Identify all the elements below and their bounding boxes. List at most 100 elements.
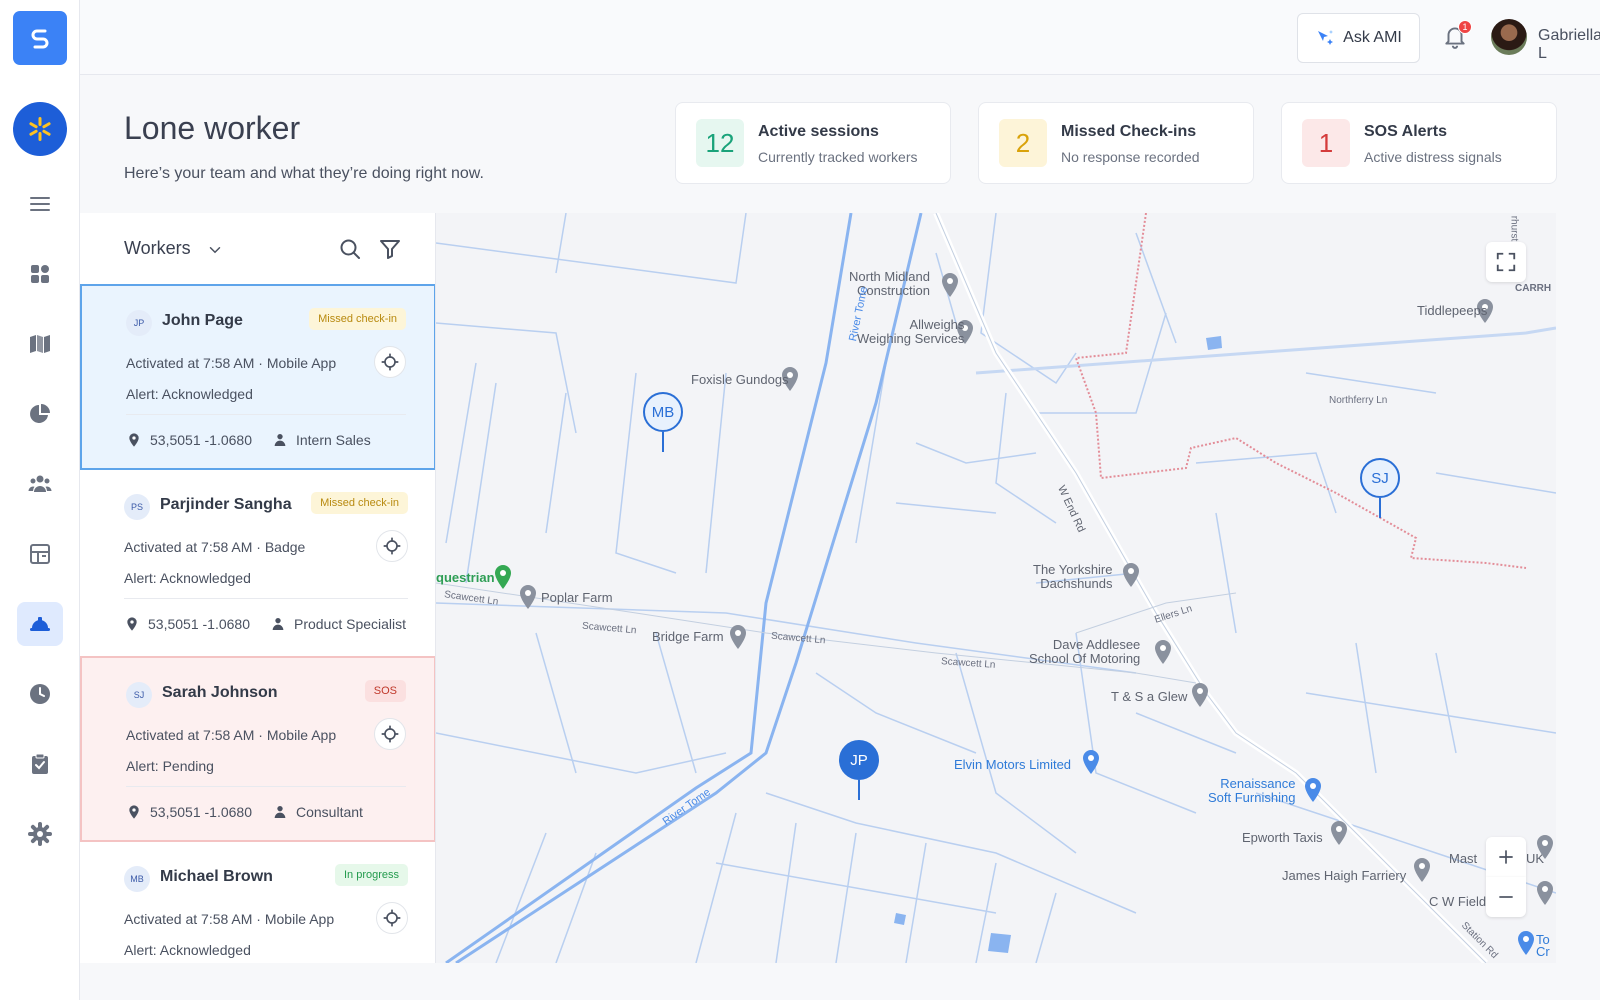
workers-dropdown[interactable]: Workers [124, 238, 191, 259]
filter-icon[interactable] [378, 237, 402, 261]
workers-panel: Workers JP John Page Missed check-in Act… [80, 213, 436, 963]
crosshair-icon [383, 537, 401, 555]
place-marker-icon[interactable] [1082, 750, 1100, 774]
worker-name: Sarah Johnson [162, 684, 278, 701]
status-badge: SOS [364, 680, 406, 702]
clipboard-check-icon[interactable] [17, 742, 63, 786]
notifications-bell[interactable]: 1 [1442, 20, 1472, 53]
worker-initials-avatar: PS [124, 494, 150, 520]
notification-count-badge: 1 [1458, 20, 1472, 34]
pin-stem [1379, 498, 1381, 518]
road-label: rhurst [1508, 215, 1520, 242]
worker-coordinates: 53,5051 -1.0680 [150, 804, 252, 820]
worker-meta: 53,5051 -1.0680 Consultant [126, 804, 363, 820]
location-pin-icon [129, 805, 139, 819]
place-marker-icon[interactable] [1304, 778, 1322, 802]
locate-worker-button[interactable] [374, 718, 406, 750]
place-marker-icon[interactable] [729, 625, 747, 649]
worker-card-michael-brown[interactable]: MB Michael Brown In progress Activated a… [80, 842, 435, 963]
locate-worker-button[interactable] [376, 530, 408, 562]
divider [124, 598, 408, 599]
worker-meta: 53,5051 -1.0680 Intern Sales [126, 432, 371, 448]
top-bar: Ask AMI 1 Gabriella L [80, 0, 1600, 75]
worker-initials-avatar: SJ [126, 682, 152, 708]
worker-activated: Activated at 7:58 AM · Mobile App [124, 911, 335, 927]
user-avatar[interactable] [1491, 19, 1527, 55]
stat-card-missed-checkins[interactable]: 2 Missed Check-ins No response recorded [978, 102, 1254, 184]
pie-chart-icon[interactable] [17, 392, 63, 436]
menu-icon[interactable] [17, 182, 63, 226]
worker-activated: Activated at 7:58 AM · Mobile App [126, 355, 337, 371]
place-marker-icon[interactable] [494, 565, 512, 589]
stat-card-active-sessions[interactable]: 12 Active sessions Currently tracked wor… [675, 102, 951, 184]
place-marker-icon[interactable] [1330, 821, 1348, 845]
chevron-down-icon[interactable] [206, 241, 224, 259]
page-title: Lone worker [124, 110, 301, 146]
clock-icon[interactable] [17, 672, 63, 716]
stat-value: 1 [1302, 119, 1350, 167]
ask-ami-label: Ask AMI [1343, 29, 1402, 46]
stat-title: SOS Alerts [1364, 123, 1447, 140]
app-logo[interactable] [13, 11, 67, 65]
worker-alert-status: Alert: Pending [126, 758, 214, 774]
sparkle-cursor-icon [1318, 30, 1334, 45]
place-marker-icon[interactable] [1191, 683, 1209, 707]
stat-value: 2 [999, 119, 1047, 167]
zoom-in-button[interactable] [1486, 837, 1526, 877]
pin-stem [858, 780, 860, 800]
worker-card-parjinder-sangha[interactable]: PS Parjinder Sangha Missed check-in Acti… [80, 470, 435, 656]
road-label: Northferry Ln [1329, 395, 1388, 406]
worker-name: John Page [162, 312, 243, 329]
settings-gear-icon[interactable] [17, 812, 63, 856]
place-label: Bridge Farm [652, 629, 724, 644]
map-roads-layer [436, 213, 1556, 963]
hard-hat-icon[interactable] [17, 602, 63, 646]
search-icon[interactable] [338, 237, 362, 261]
status-badge: Missed check-in [309, 308, 406, 330]
fullscreen-button[interactable] [1486, 242, 1526, 282]
user-name[interactable]: Gabriella L [1538, 27, 1600, 63]
locate-worker-button[interactable] [376, 902, 408, 934]
workers-panel-header: Workers [80, 213, 435, 284]
ask-ami-button[interactable]: Ask AMI [1297, 13, 1420, 63]
status-badge: Missed check-in [311, 492, 408, 514]
place-label: Elvin Motors Limited [954, 757, 1072, 772]
location-pin-icon [127, 617, 137, 631]
place-marker-icon[interactable] [1536, 881, 1554, 905]
place-marker-icon[interactable] [1122, 563, 1140, 587]
pin-stem [662, 432, 664, 452]
layout-icon[interactable] [17, 532, 63, 576]
place-label: To Cr [1536, 932, 1550, 959]
place-label: Renaissance Soft Furnishing [1208, 776, 1296, 805]
place-marker-icon[interactable] [1154, 640, 1172, 664]
worker-map-pin-jp[interactable]: JP [839, 740, 879, 800]
worker-initials-avatar: MB [124, 866, 150, 892]
place-marker-icon[interactable] [1413, 858, 1431, 882]
place-marker-icon[interactable] [519, 585, 537, 609]
pin-initials: JP [839, 740, 879, 780]
place-marker-icon[interactable] [1517, 931, 1535, 955]
worker-activated: Activated at 7:58 AM · Mobile App [126, 727, 337, 743]
dashboard-icon[interactable] [17, 252, 63, 296]
locate-worker-button[interactable] [374, 346, 406, 378]
place-label: James Haigh Farriery [1282, 868, 1407, 883]
worker-card-john-page[interactable]: JP John Page Missed check-in Activated a… [80, 284, 435, 470]
place-marker-icon[interactable] [1536, 835, 1554, 859]
bottom-strip [80, 963, 1600, 1000]
org-logo[interactable] [13, 102, 67, 156]
place-label: Allweighs Weighing Services [857, 317, 965, 346]
map-icon[interactable] [17, 322, 63, 366]
team-icon[interactable] [17, 462, 63, 506]
stat-card-sos-alerts[interactable]: 1 SOS Alerts Active distress signals [1281, 102, 1557, 184]
stat-title: Missed Check-ins [1061, 123, 1197, 140]
worker-map-pin-mb[interactable]: MB [643, 392, 683, 452]
place-label: questrian [436, 570, 495, 585]
place-marker-icon[interactable] [941, 273, 959, 297]
pin-initials: MB [643, 392, 683, 432]
zoom-out-button[interactable] [1486, 877, 1526, 917]
map-view[interactable]: North Midland Construction Allweighs Wei… [436, 213, 1556, 963]
worker-name: Michael Brown [160, 868, 273, 885]
worker-map-pin-sj[interactable]: SJ [1360, 458, 1400, 518]
crosshair-icon [381, 725, 399, 743]
worker-card-sarah-johnson[interactable]: SJ Sarah Johnson SOS Activated at 7:58 A… [80, 656, 435, 842]
